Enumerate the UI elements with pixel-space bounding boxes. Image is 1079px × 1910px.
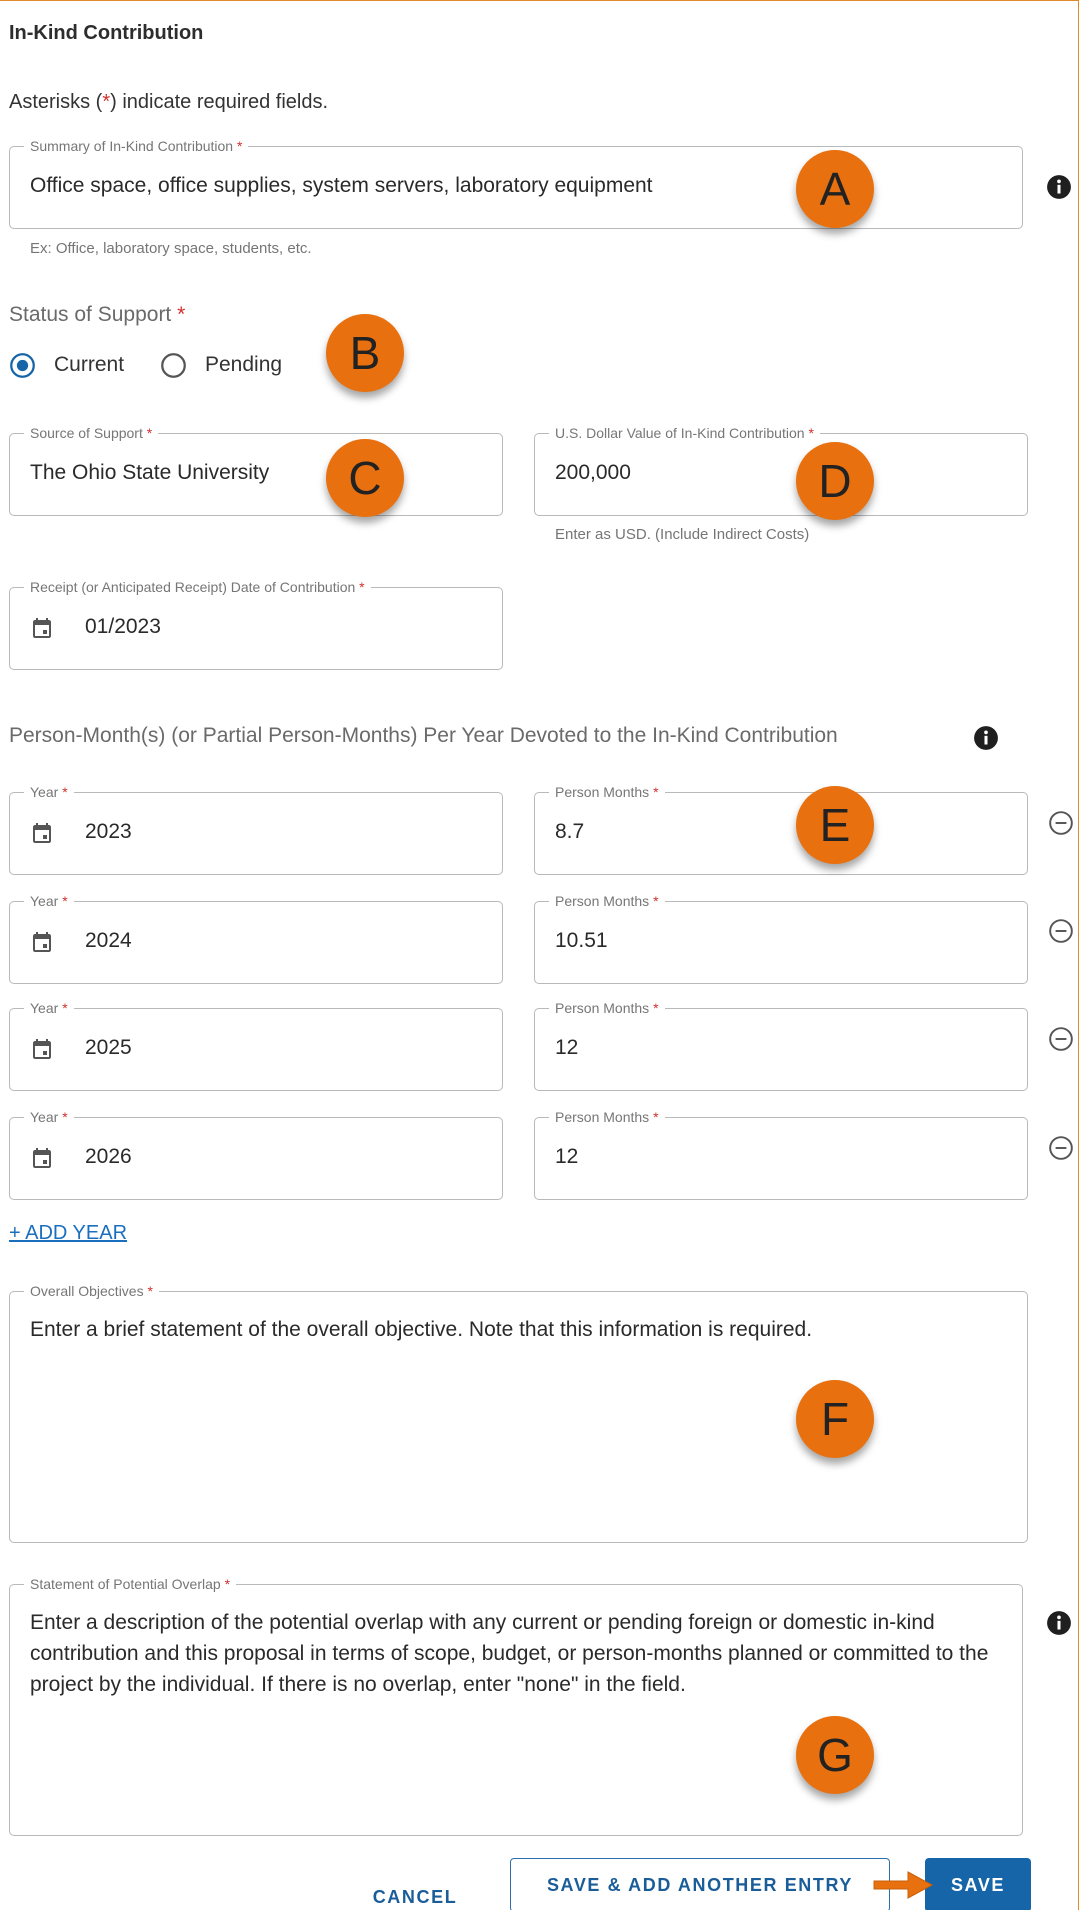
- info-icon[interactable]: [1046, 174, 1072, 200]
- overall-objectives-label: Overall Objectives *: [24, 1283, 159, 1299]
- year-field[interactable]: Year * 2025: [9, 1000, 503, 1091]
- year-value: 2025: [85, 1036, 132, 1059]
- callout-badge: C: [326, 439, 404, 517]
- person-months-field[interactable]: Person Months * 12: [534, 1000, 1028, 1091]
- overall-objectives-field[interactable]: Overall Objectives * Enter a brief state…: [9, 1283, 1028, 1543]
- dollar-value-field[interactable]: U.S. Dollar Value of In-Kind Contributio…: [534, 425, 1028, 516]
- person-months-label: Person Months *: [549, 784, 665, 800]
- callout-badge: G: [796, 1716, 874, 1794]
- year-label: Year *: [24, 1000, 74, 1016]
- summary-value: Office space, office supplies, system se…: [30, 174, 653, 197]
- required-note-before: Asterisks (: [9, 91, 103, 113]
- status-label: Status of Support *: [9, 303, 186, 326]
- save-button[interactable]: SAVE: [925, 1858, 1031, 1910]
- year-value: 2024: [85, 929, 132, 952]
- info-icon[interactable]: [973, 725, 999, 751]
- person-months-value: 12: [555, 1145, 579, 1168]
- person-months-field[interactable]: Person Months * 10.51: [534, 893, 1028, 984]
- radio-pending-label: Pending: [205, 353, 283, 376]
- overlap-statement-label: Statement of Potential Overlap *: [24, 1576, 237, 1592]
- receipt-date-field[interactable]: Receipt (or Anticipated Receipt) Date of…: [9, 579, 503, 670]
- radio-pending[interactable]: [160, 352, 187, 379]
- year-field[interactable]: Year * 2023: [9, 784, 503, 875]
- required-note-after: ) indicate required fields.: [110, 91, 329, 113]
- dollar-value-label: U.S. Dollar Value of In-Kind Contributio…: [549, 425, 820, 441]
- section-title: In-Kind Contribution: [9, 22, 204, 44]
- calendar-icon[interactable]: [30, 1037, 54, 1061]
- save-and-add-another-button[interactable]: SAVE & ADD ANOTHER ENTRY: [510, 1858, 890, 1910]
- callout-badge: E: [796, 786, 874, 864]
- remove-year-icon[interactable]: [1048, 810, 1074, 836]
- person-months-field[interactable]: Person Months * 12: [534, 1109, 1028, 1200]
- year-field[interactable]: Year * 2026: [9, 1109, 503, 1200]
- year-label: Year *: [24, 1109, 74, 1125]
- person-months-heading: Person-Month(s) (or Partial Person-Month…: [9, 724, 838, 747]
- person-months-label: Person Months *: [549, 893, 665, 909]
- radio-current-label: Current: [54, 353, 125, 376]
- source-value: The Ohio State University: [30, 461, 270, 484]
- person-months-field[interactable]: Person Months * 8.7: [534, 784, 1028, 875]
- add-year-link[interactable]: + ADD YEAR: [9, 1222, 127, 1245]
- overlap-statement-text: Enter a description of the potential ove…: [30, 1611, 989, 1696]
- overall-objectives-text: Enter a brief statement of the overall o…: [30, 1318, 813, 1341]
- year-value: 2023: [85, 820, 132, 843]
- arrow-right-icon: [873, 1871, 934, 1899]
- calendar-icon[interactable]: [30, 821, 54, 845]
- person-months-label: Person Months *: [549, 1109, 665, 1125]
- year-label: Year *: [24, 784, 74, 800]
- cancel-button[interactable]: CANCEL: [360, 1882, 470, 1910]
- calendar-icon[interactable]: [30, 930, 54, 954]
- callout-badge: F: [796, 1380, 874, 1458]
- dollar-value: 200,000: [555, 461, 631, 484]
- remove-year-icon[interactable]: [1048, 918, 1074, 944]
- required-note-star: *: [102, 91, 111, 113]
- year-label: Year *: [24, 893, 74, 909]
- person-months-label: Person Months *: [549, 1000, 665, 1016]
- person-months-value: 12: [555, 1036, 579, 1059]
- radio-current[interactable]: [9, 352, 36, 379]
- remove-year-icon[interactable]: [1048, 1135, 1074, 1161]
- callout-badge: A: [796, 150, 874, 228]
- calendar-icon[interactable]: [30, 616, 54, 640]
- source-field[interactable]: Source of Support * The Ohio State Unive…: [9, 425, 503, 516]
- calendar-icon[interactable]: [30, 1146, 54, 1170]
- callout-badge: B: [326, 314, 404, 392]
- summary-helper: Ex: Office, laboratory space, students, …: [30, 240, 312, 257]
- person-months-value: 8.7: [555, 820, 585, 843]
- info-icon[interactable]: [1046, 1610, 1072, 1636]
- receipt-date-label: Receipt (or Anticipated Receipt) Date of…: [24, 579, 371, 595]
- person-months-value: 10.51: [555, 929, 608, 952]
- receipt-date-value: 01/2023: [85, 615, 161, 638]
- remove-year-icon[interactable]: [1048, 1026, 1074, 1052]
- callout-badge: D: [796, 442, 874, 520]
- overlap-statement-field[interactable]: Statement of Potential Overlap * Enter a…: [9, 1576, 1023, 1836]
- dollar-helper: Enter as USD. (Include Indirect Costs): [555, 526, 810, 543]
- summary-label: Summary of In-Kind Contribution *: [24, 138, 249, 154]
- year-field[interactable]: Year * 2024: [9, 893, 503, 984]
- year-value: 2026: [85, 1145, 132, 1168]
- required-note: Asterisks (*) indicate required fields.: [9, 91, 328, 114]
- source-label: Source of Support *: [24, 425, 159, 441]
